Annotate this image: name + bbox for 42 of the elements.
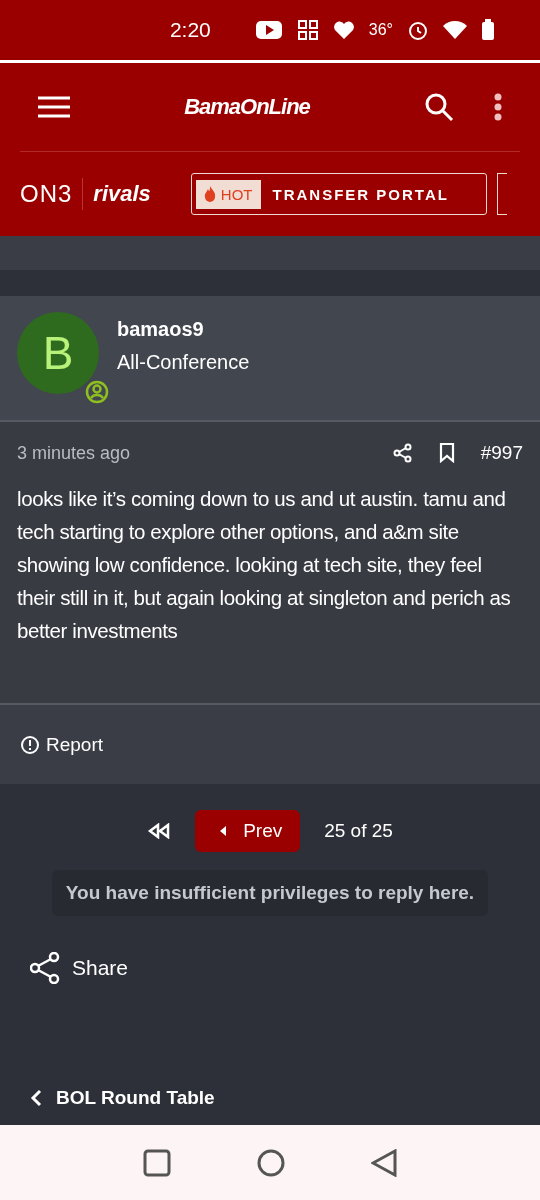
caret-icon bbox=[219, 825, 228, 837]
username-link[interactable]: bamaos9 bbox=[117, 318, 250, 341]
clock: 2:20 bbox=[169, 18, 211, 42]
grid-icon bbox=[296, 19, 319, 41]
wifi-icon bbox=[443, 20, 467, 40]
back-icon[interactable] bbox=[371, 1148, 397, 1177]
post-time[interactable]: 3 minutes ago bbox=[17, 442, 131, 464]
post-number[interactable]: #997 bbox=[480, 442, 523, 464]
more-icon[interactable] bbox=[494, 93, 502, 121]
on3-logo[interactable]: ON3 bbox=[20, 180, 73, 208]
temperature: 36° bbox=[368, 21, 393, 39]
first-page-icon[interactable] bbox=[147, 823, 172, 839]
home-icon[interactable] bbox=[257, 1148, 285, 1177]
user-rank: All-Conference bbox=[117, 351, 250, 374]
alert-icon bbox=[20, 734, 40, 755]
alarm-icon bbox=[407, 19, 429, 41]
next-promo-button[interactable] bbox=[496, 173, 507, 215]
prev-button[interactable]: Prev bbox=[195, 810, 301, 852]
page-indicator: 25 of 25 bbox=[324, 820, 393, 842]
heart-icon bbox=[332, 20, 355, 40]
breadcrumb-link[interactable]: BOL Round Table bbox=[30, 1087, 215, 1109]
share-icon[interactable] bbox=[392, 443, 413, 463]
post-body: looks like it’s coming down to us and ut austin. tamu and tech starting to explore other options, and a&m site showing low confidence. looking at tech site, they feel their still in it, but again looking at singleton and perich as better investments bbox=[17, 486, 512, 644]
transfer-portal-button[interactable]: HOT TRANSFER PORTAL bbox=[190, 173, 487, 215]
battery-icon bbox=[481, 19, 495, 41]
notice-banner: You have insufficient privileges to reply here. bbox=[51, 870, 489, 916]
flame-icon bbox=[203, 186, 216, 202]
report-button[interactable]: Report bbox=[20, 733, 104, 756]
youtube-icon bbox=[254, 20, 283, 40]
chevron-left-icon bbox=[30, 1089, 42, 1107]
avatar[interactable]: B bbox=[17, 312, 99, 394]
share-button[interactable]: Share bbox=[30, 952, 129, 984]
hot-badge: HOT bbox=[195, 179, 261, 209]
recents-icon[interactable] bbox=[143, 1148, 171, 1177]
rivals-logo[interactable]: rivals bbox=[93, 181, 151, 207]
promo-label: TRANSFER PORTAL bbox=[272, 185, 449, 203]
menu-icon[interactable] bbox=[38, 96, 70, 118]
search-icon[interactable] bbox=[424, 92, 454, 122]
user-badge-icon bbox=[83, 378, 111, 406]
bookmark-icon[interactable] bbox=[438, 443, 455, 463]
share-icon bbox=[30, 952, 60, 984]
site-logo[interactable]: BamaOnLine bbox=[184, 94, 310, 120]
